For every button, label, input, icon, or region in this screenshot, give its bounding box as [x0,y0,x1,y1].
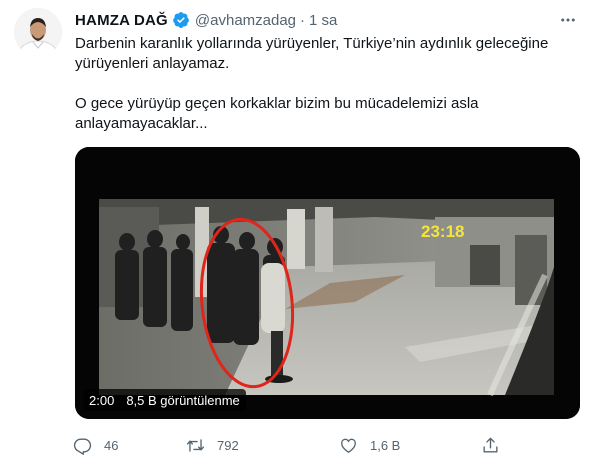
share-icon [483,437,498,453]
author-avatar[interactable] [14,8,62,56]
video-views: 8,5 B görüntülenme [126,392,240,408]
retweet-count: 792 [217,437,239,453]
tweet-text: Darbenin karanlık yollarında yürüyenler,… [75,34,575,134]
header-separator: · [300,11,306,29]
like-button[interactable]: 1,6 B [339,436,400,455]
reply-count: 46 [104,437,119,453]
video-player[interactable]: 23:18 2:00 8,5 B görüntülenme [75,147,580,419]
reply-icon [73,437,92,455]
video-frame: 23:18 [75,147,580,419]
tweet-paragraph-2: O gece yürüyüp geçen korkaklar bizim bu … [75,95,479,132]
share-button[interactable] [481,436,500,455]
avatar-photo [14,8,62,56]
author-name[interactable]: HAMZA DAĞ [75,12,168,29]
video-duration: 2:00 [89,392,115,408]
verified-badge-icon [173,12,189,28]
author-handle[interactable]: @avhamzadag [195,12,296,29]
tweet-actions: 46 792 1,6 B [73,434,513,456]
more-dots-icon [561,18,575,22]
tweet-time[interactable]: 1 sa [309,12,337,29]
heart-icon [341,438,356,453]
retweet-icon [186,438,205,452]
tweet-header: HAMZA DAĞ @avhamzadag · 1 sa [75,9,551,31]
more-options-button[interactable] [557,10,579,30]
like-count: 1,6 B [370,437,401,453]
video-timestamp-overlay: 23:18 [421,222,464,241]
tweet-paragraph-1: Darbenin karanlık yollarında yürüyenler,… [75,35,549,72]
video-info-badge: 2:00 8,5 B görüntülenme [83,389,246,411]
reply-button[interactable]: 46 [73,436,118,455]
retweet-button[interactable]: 792 [186,436,239,455]
